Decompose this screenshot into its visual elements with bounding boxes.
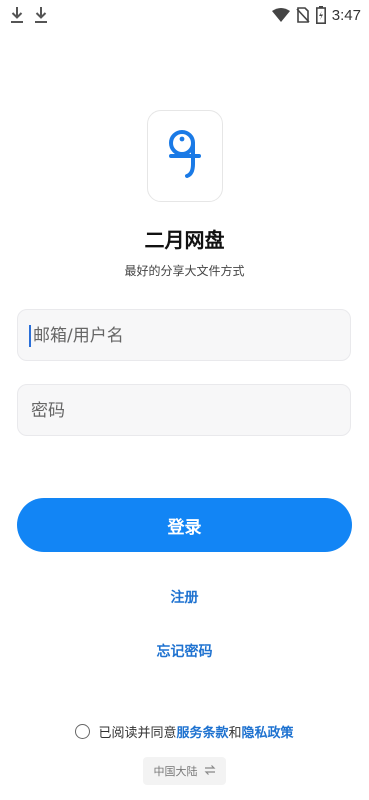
login-button[interactable]: 登录 (17, 498, 352, 552)
app-logo-icon (165, 126, 205, 186)
username-input[interactable] (29, 310, 345, 362)
forgot-password-link[interactable]: 忘记密码 (0, 641, 369, 661)
agreement-prefix: 已阅读并同意 (98, 726, 177, 741)
privacy-link[interactable]: 隐私政策 (242, 726, 294, 741)
register-link[interactable]: 注册 (0, 587, 369, 607)
status-time: 3:47 (331, 6, 361, 24)
password-field-container (17, 384, 351, 437)
wifi-icon (271, 8, 290, 22)
download-icon (34, 6, 48, 24)
terms-link[interactable]: 服务条款 (176, 726, 228, 741)
username-field-container (17, 309, 351, 362)
no-sim-icon (296, 7, 310, 23)
download-icon (10, 6, 24, 24)
app-subtitle: 最好的分享大文件方式 (124, 264, 245, 278)
agreement-checkbox[interactable] (75, 724, 91, 739)
app-title: 二月网盘 (144, 228, 225, 252)
region-label: 中国大陆 (153, 765, 198, 778)
battery-icon (315, 6, 326, 24)
swap-icon (204, 764, 216, 778)
agreement-row: 已阅读并同意服务条款和隐私政策 (0, 722, 369, 741)
agreement-and: 和 (228, 726, 242, 741)
region-selector[interactable]: 中国大陆 (143, 757, 226, 785)
app-logo (147, 110, 223, 202)
status-bar: 3:47 (0, 0, 369, 32)
password-input[interactable] (29, 385, 343, 437)
agreement-text: 已阅读并同意服务条款和隐私政策 (98, 722, 293, 741)
